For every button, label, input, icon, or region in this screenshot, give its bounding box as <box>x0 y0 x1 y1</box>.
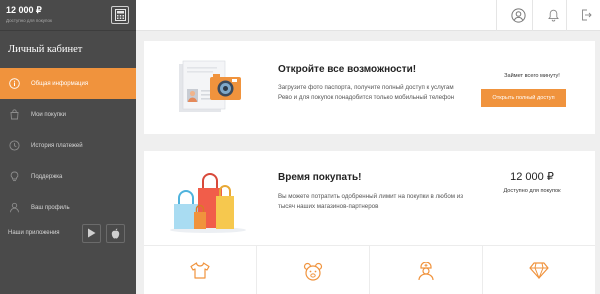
profile-icon[interactable] <box>510 7 526 23</box>
calculator-icon <box>114 9 126 21</box>
sidebar-item-payment-history[interactable]: История платежей <box>0 130 136 161</box>
category-medicine[interactable] <box>370 246 483 294</box>
passport-card-title: Откройте все возможности! <box>278 64 417 75</box>
medicine-icon <box>418 262 434 281</box>
sidebar: 12 000 ₽ Доступно для покупок Личный каб… <box>0 0 136 294</box>
divider <box>532 0 533 31</box>
sidebar-item-profile[interactable]: Ваш профиль <box>0 192 136 223</box>
sidebar-item-label: Мои покупки <box>31 111 66 118</box>
clothes-icon <box>190 262 210 279</box>
user-icon <box>8 202 20 214</box>
app-store-button[interactable] <box>106 223 125 243</box>
logout-icon[interactable] <box>578 7 594 23</box>
sidebar-item-label: Общая информация <box>31 80 89 87</box>
passport-camera-illustration <box>179 60 241 112</box>
available-amount-caption: Доступно для покупок <box>503 188 561 194</box>
open-full-access-button[interactable]: Открыть полный доступ <box>481 89 566 107</box>
info-icon <box>8 78 20 90</box>
divider <box>496 0 497 31</box>
sidebar-item-label: Ваш профиль <box>31 204 70 211</box>
apple-icon <box>111 228 120 238</box>
shopping-card-title: Время покупать! <box>278 172 362 183</box>
category-jewelry[interactable] <box>483 246 595 294</box>
shopping-bags-illustration <box>170 173 246 233</box>
available-amount: 12 000 ₽ <box>510 171 554 183</box>
play-store-icon <box>88 228 96 238</box>
passport-card-text: Загрузите фото паспорта, получите полный… <box>278 84 455 101</box>
apps-row: Наши приложения <box>0 220 136 246</box>
passport-upload-card: Откройте все возможности! Загрузите фото… <box>144 41 595 134</box>
divider <box>566 0 567 31</box>
top-bar <box>136 0 600 31</box>
shopping-card-text: Вы можете потратить одобренный лимит на … <box>278 193 464 210</box>
sidebar-item-my-purchases[interactable]: Мои покупки <box>0 99 136 130</box>
history-icon <box>8 140 20 152</box>
calculator-button[interactable] <box>111 6 129 24</box>
google-play-button[interactable] <box>82 223 101 243</box>
bag-icon <box>8 109 20 121</box>
sidebar-item-support[interactable]: Поддержка <box>0 161 136 192</box>
apps-label: Наши приложения <box>8 230 60 236</box>
sidebar-item-general-info[interactable]: Общая информация <box>0 68 136 99</box>
jewelry-icon <box>529 262 549 279</box>
balance-box: 12 000 ₽ Доступно для покупок <box>0 0 136 31</box>
sidebar-item-label: Поддержка <box>31 173 63 180</box>
bell-icon[interactable] <box>545 7 561 23</box>
sidebar-item-label: История платежей <box>31 142 83 149</box>
category-clothes[interactable] <box>144 246 257 294</box>
cabinet-title: Личный кабинет <box>8 44 83 55</box>
category-toys[interactable] <box>257 246 370 294</box>
shopping-card: Время покупать! Вы можете потратить одоб… <box>144 151 595 294</box>
time-label: Займет всего минуту! <box>504 73 560 79</box>
lightbulb-icon <box>8 171 20 183</box>
toys-icon <box>303 262 323 281</box>
